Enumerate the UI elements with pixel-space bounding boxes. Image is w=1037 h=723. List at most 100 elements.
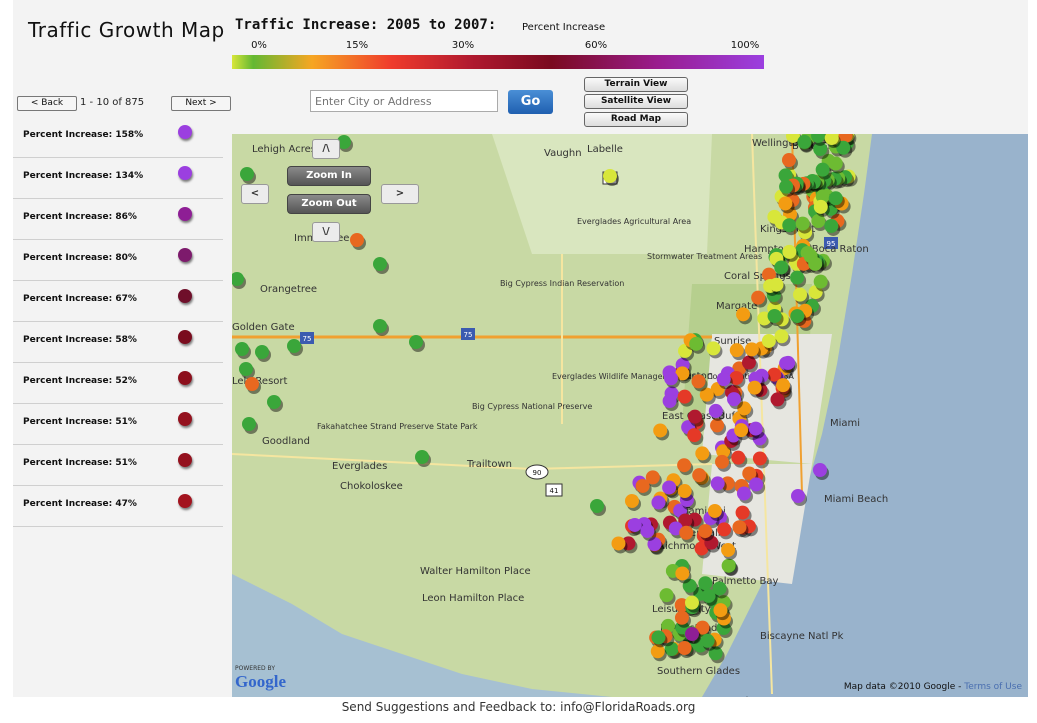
traffic-marker[interactable] bbox=[603, 169, 617, 183]
result-row[interactable]: Percent Increase: 51% bbox=[13, 445, 223, 486]
traffic-marker[interactable] bbox=[409, 335, 423, 349]
traffic-marker[interactable] bbox=[611, 536, 626, 551]
traffic-marker[interactable] bbox=[677, 641, 692, 656]
traffic-marker[interactable] bbox=[677, 484, 692, 499]
traffic-marker[interactable] bbox=[735, 505, 750, 520]
traffic-marker[interactable] bbox=[659, 588, 674, 603]
traffic-marker[interactable] bbox=[245, 377, 259, 391]
result-row[interactable]: Percent Increase: 67% bbox=[13, 281, 223, 322]
traffic-marker[interactable] bbox=[695, 446, 710, 461]
traffic-marker[interactable] bbox=[624, 493, 639, 508]
traffic-marker[interactable] bbox=[782, 244, 797, 259]
traffic-marker[interactable] bbox=[731, 450, 746, 465]
traffic-marker[interactable] bbox=[808, 256, 823, 271]
traffic-marker[interactable] bbox=[813, 463, 827, 477]
traffic-marker[interactable] bbox=[736, 486, 751, 501]
traffic-marker[interactable] bbox=[776, 378, 791, 393]
pan-up-button[interactable]: /\ bbox=[312, 139, 340, 159]
traffic-marker[interactable] bbox=[627, 517, 642, 532]
traffic-marker[interactable] bbox=[677, 458, 692, 473]
traffic-marker[interactable] bbox=[651, 630, 666, 645]
traffic-marker[interactable] bbox=[590, 499, 604, 513]
traffic-marker[interactable] bbox=[242, 417, 256, 431]
traffic-marker[interactable] bbox=[767, 308, 782, 323]
traffic-marker[interactable] bbox=[689, 336, 704, 351]
traffic-marker[interactable] bbox=[813, 274, 828, 289]
traffic-marker[interactable] bbox=[662, 480, 677, 495]
address-search-input[interactable] bbox=[310, 90, 498, 112]
traffic-marker[interactable] bbox=[235, 342, 249, 356]
pan-right-button[interactable]: > bbox=[381, 184, 419, 204]
traffic-marker[interactable] bbox=[717, 522, 732, 537]
traffic-marker[interactable] bbox=[797, 134, 812, 149]
result-row[interactable]: Percent Increase: 51% bbox=[13, 404, 223, 445]
traffic-marker[interactable] bbox=[828, 191, 843, 206]
traffic-marker[interactable] bbox=[729, 343, 744, 358]
result-row[interactable]: Percent Increase: 80% bbox=[13, 240, 223, 281]
traffic-marker[interactable] bbox=[239, 362, 253, 376]
traffic-marker[interactable] bbox=[373, 319, 387, 333]
traffic-marker[interactable] bbox=[653, 423, 668, 438]
traffic-marker[interactable] bbox=[415, 450, 429, 464]
zoom-in-button[interactable]: Zoom In bbox=[287, 166, 371, 186]
traffic-marker[interactable] bbox=[761, 333, 776, 348]
traffic-marker[interactable] bbox=[713, 603, 728, 618]
traffic-marker[interactable] bbox=[769, 277, 784, 292]
traffic-marker[interactable] bbox=[662, 393, 677, 408]
pan-down-button[interactable]: \/ bbox=[312, 222, 340, 242]
traffic-marker[interactable] bbox=[781, 355, 796, 370]
traffic-marker[interactable] bbox=[698, 576, 713, 591]
road-map-button[interactable]: Road Map bbox=[584, 112, 688, 127]
next-button[interactable]: Next > bbox=[171, 96, 231, 111]
traffic-marker[interactable] bbox=[706, 341, 721, 356]
traffic-marker[interactable] bbox=[824, 218, 839, 233]
traffic-marker[interactable] bbox=[813, 199, 828, 214]
traffic-marker[interactable] bbox=[707, 503, 722, 518]
traffic-marker[interactable] bbox=[684, 595, 699, 610]
traffic-marker[interactable] bbox=[747, 380, 762, 395]
terms-of-use-link[interactable]: Terms of Use bbox=[964, 682, 1022, 692]
traffic-marker[interactable] bbox=[782, 218, 797, 233]
result-row[interactable]: Percent Increase: 158% bbox=[13, 117, 223, 158]
traffic-marker[interactable] bbox=[736, 307, 751, 322]
traffic-marker[interactable] bbox=[698, 524, 713, 539]
traffic-marker[interactable] bbox=[791, 489, 805, 503]
map-viewport[interactable]: 75 75 27 90 41 95 Lehigh AcresVaughnLabe… bbox=[232, 134, 1028, 697]
result-row[interactable]: Percent Increase: 58% bbox=[13, 322, 223, 363]
traffic-marker[interactable] bbox=[687, 409, 702, 424]
result-row[interactable]: Percent Increase: 47% bbox=[13, 486, 223, 527]
traffic-marker[interactable] bbox=[779, 179, 794, 194]
traffic-marker[interactable] bbox=[774, 260, 789, 275]
traffic-marker[interactable] bbox=[716, 372, 731, 387]
traffic-marker[interactable] bbox=[790, 309, 805, 324]
traffic-marker[interactable] bbox=[267, 395, 281, 409]
back-button[interactable]: < Back bbox=[17, 96, 77, 111]
traffic-marker[interactable] bbox=[692, 468, 707, 483]
traffic-marker[interactable] bbox=[675, 566, 690, 581]
traffic-marker[interactable] bbox=[691, 374, 706, 389]
traffic-marker[interactable] bbox=[350, 233, 364, 247]
traffic-marker[interactable] bbox=[748, 421, 763, 436]
traffic-marker[interactable] bbox=[685, 627, 699, 641]
traffic-marker[interactable] bbox=[793, 287, 808, 302]
traffic-marker[interactable] bbox=[721, 542, 736, 557]
traffic-marker[interactable] bbox=[240, 167, 254, 181]
traffic-marker[interactable] bbox=[732, 520, 747, 535]
traffic-marker[interactable] bbox=[687, 428, 702, 443]
traffic-marker[interactable] bbox=[651, 495, 666, 510]
traffic-marker[interactable] bbox=[287, 339, 301, 353]
traffic-marker[interactable] bbox=[255, 345, 269, 359]
terrain-view-button[interactable]: Terrain View bbox=[584, 77, 688, 92]
traffic-marker[interactable] bbox=[715, 454, 730, 469]
result-row[interactable]: Percent Increase: 52% bbox=[13, 363, 223, 404]
pan-left-button[interactable]: < bbox=[241, 184, 269, 204]
traffic-marker[interactable] bbox=[373, 257, 387, 271]
traffic-marker[interactable] bbox=[712, 581, 727, 596]
traffic-marker[interactable] bbox=[727, 392, 742, 407]
traffic-marker[interactable] bbox=[781, 153, 796, 168]
map-canvas[interactable]: 75 75 27 90 41 95 Lehigh AcresVaughnLabe… bbox=[232, 134, 1028, 697]
traffic-marker[interactable] bbox=[815, 162, 830, 177]
traffic-marker[interactable] bbox=[751, 290, 766, 305]
traffic-marker[interactable] bbox=[664, 371, 679, 386]
traffic-marker[interactable] bbox=[734, 423, 749, 438]
